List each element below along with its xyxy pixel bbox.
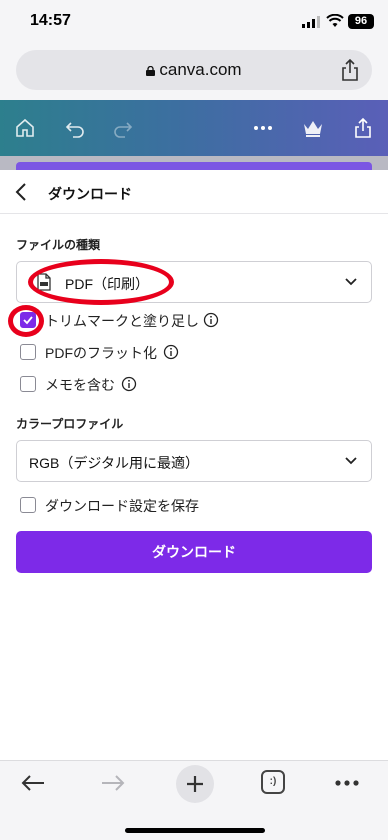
redo-icon[interactable] — [112, 117, 134, 139]
color-profile-label: カラープロファイル — [16, 417, 124, 431]
lock-icon — [146, 66, 156, 76]
cellular-signal-icon — [302, 16, 320, 28]
battery-indicator: 96 — [348, 14, 374, 29]
checkmark-icon — [23, 316, 33, 325]
share-icon[interactable] — [340, 59, 360, 81]
download-sheet: ダウンロード ファイルの種類 PDF（印刷） トリムマークと塗り足し PDFのフ… — [0, 170, 388, 760]
status-time: 14:57 — [30, 12, 71, 29]
save-settings-label: ダウンロード設定を保存 — [45, 498, 199, 514]
url-text: canva.com — [159, 60, 242, 79]
chevron-down-icon — [345, 457, 357, 465]
info-icon[interactable] — [121, 376, 137, 392]
download-button[interactable]: ダウンロード — [16, 531, 372, 573]
file-type-label: ファイルの種類 — [16, 238, 101, 252]
chevron-down-icon — [345, 278, 357, 286]
canvas-backdrop — [0, 156, 388, 170]
color-profile-select[interactable]: RGB（デジタル用に最適） — [16, 440, 372, 482]
flatten-pdf-checkbox[interactable] — [20, 344, 36, 360]
wifi-icon — [326, 14, 344, 27]
home-indicator — [125, 828, 265, 833]
sheet-header: ダウンロード — [0, 170, 388, 214]
more-icon[interactable] — [334, 779, 360, 787]
undo-icon[interactable] — [64, 117, 86, 139]
share-icon[interactable] — [352, 117, 374, 139]
status-bar: 14:57 96 — [0, 0, 388, 44]
color-profile-value: RGB（デジタル用に最適） — [29, 455, 200, 471]
save-settings-checkbox[interactable] — [20, 497, 36, 513]
new-tab-button[interactable] — [176, 765, 214, 803]
browser-address-area: canva.com — [0, 44, 388, 100]
file-type-select[interactable]: PDF（印刷） — [16, 261, 372, 303]
trim-marks-label: トリムマークと塗り足し — [45, 313, 199, 329]
more-icon[interactable] — [252, 117, 274, 139]
info-icon[interactable] — [203, 312, 219, 328]
include-notes-label: メモを含む — [45, 377, 115, 393]
flatten-pdf-label: PDFのフラット化 — [45, 345, 157, 361]
file-type-value: PDF（印刷） — [65, 276, 149, 292]
trim-marks-checkbox[interactable] — [20, 312, 36, 328]
tabs-icon[interactable]: :) — [261, 770, 285, 794]
address-bar[interactable]: canva.com — [16, 50, 372, 90]
canva-toolbar — [0, 100, 388, 156]
forward-arrow-icon[interactable] — [100, 773, 126, 793]
document-icon — [37, 273, 51, 291]
chevron-left-icon[interactable] — [14, 182, 28, 202]
browser-bottom-bar: :) — [0, 760, 388, 840]
home-icon[interactable] — [14, 117, 36, 139]
info-icon[interactable] — [163, 344, 179, 360]
sheet-title: ダウンロード — [48, 186, 132, 202]
plus-icon — [187, 776, 203, 792]
back-arrow-icon[interactable] — [20, 773, 46, 793]
include-notes-checkbox[interactable] — [20, 376, 36, 392]
crown-icon[interactable] — [302, 117, 324, 139]
